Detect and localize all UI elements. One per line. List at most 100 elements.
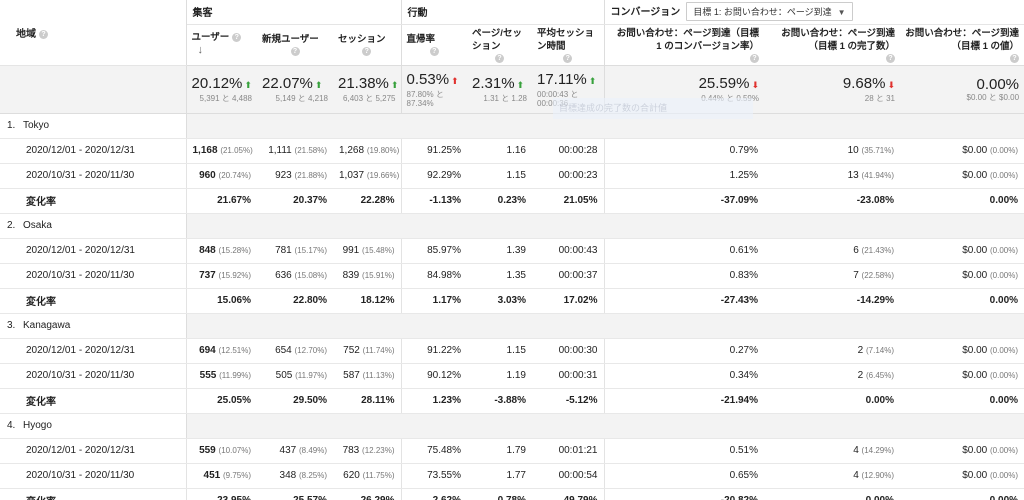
goal-value-cell-share: (0.00%) <box>990 171 1019 180</box>
bounce-rate-cell-value: 73.55% <box>427 470 461 481</box>
help-icon[interactable]: ? <box>886 53 895 63</box>
bounce-rate-cell: 91.25% <box>400 138 467 164</box>
trend-up-icon: ⬆ <box>516 80 525 90</box>
region-name-cell[interactable]: 3. Kanagawa <box>0 313 186 339</box>
summary-value: 17.11% <box>537 70 587 88</box>
sessions-cell-value: 839 <box>342 270 360 281</box>
goal-conversion-rate-cell-value: 0.27% <box>729 345 758 356</box>
new-users-cell-share: (21.58%) <box>294 146 327 155</box>
goal-completions-cell-share: (21.43%) <box>861 246 894 255</box>
goal-completions-cell: 4 (14.29%) <box>764 438 900 464</box>
period-cell-value: 2020/12/01 - 2020/12/31 <box>26 445 135 456</box>
region-header-label: 地域 <box>16 28 36 40</box>
help-icon[interactable]: ? <box>232 33 242 43</box>
help-icon[interactable]: ? <box>39 29 48 39</box>
goal-conversion-rate-cell-value: 0.51% <box>729 445 758 456</box>
goal-completions-cell-share: (12.90%) <box>861 471 894 480</box>
change-cell: -5.12% <box>532 388 604 414</box>
sessions-cell: 587 (11.13%) <box>333 363 401 389</box>
help-icon[interactable]: ? <box>750 53 759 63</box>
region-name-cell[interactable]: 1. Tokyo <box>0 113 186 139</box>
region-name-cell[interactable]: 4. Hyogo <box>0 413 186 439</box>
bounce-rate-cell-value: 91.25% <box>427 145 461 156</box>
column-header-7[interactable]: お問い合わせ：ページ到達（目標 1 のコンバージョン率）? <box>603 24 764 66</box>
region-column-header[interactable]: 地域? <box>0 0 187 66</box>
bounce-rate-cell: 73.55% <box>400 463 467 489</box>
avg-session-duration-cell: 00:00:31 <box>532 363 604 389</box>
change-cell-value: 29.50% <box>293 395 327 406</box>
goal-completions-cell: 10 (35.71%) <box>764 138 900 164</box>
help-icon[interactable]: ? <box>429 47 439 56</box>
goal-completions-cell-value: 4 <box>853 445 859 456</box>
goal-select[interactable]: 目標 1: お問い合わせ：ページ到達 ▼ <box>686 2 853 22</box>
column-header-4[interactable]: 直帰率? <box>400 24 467 66</box>
pages-per-session-cell: 1.16 <box>467 138 532 164</box>
users-cell-share: (12.51%) <box>218 346 251 355</box>
pages-per-session-cell: 1.79 <box>467 438 532 464</box>
change-cell-value: 22.28% <box>360 195 395 206</box>
region-name-link[interactable]: Hyogo <box>23 420 52 431</box>
region-name-cell[interactable]: 2. Osaka <box>0 213 186 239</box>
change-row: 変化率 23.95% 25.57% 26.29% 2.62% 0.78% 49.79% -20… <box>0 488 1024 500</box>
change-label-cell-value: 変化率 <box>26 397 56 408</box>
new-users-cell-value: 636 <box>275 270 292 281</box>
column-header-5[interactable]: ページ/セッション? <box>467 24 532 66</box>
avg-session-duration-cell: 00:00:54 <box>532 463 604 489</box>
summary-value: 25.59% <box>698 75 750 92</box>
new-users-cell-share: (21.88%) <box>294 171 327 180</box>
bounce-rate-cell: 75.48% <box>400 438 467 464</box>
column-header-8[interactable]: お問い合わせ：ページ到達（目標 1 の完了数）? <box>764 24 900 66</box>
change-cell-value: 1.23% <box>432 395 461 406</box>
help-icon[interactable]: ? <box>1010 53 1020 63</box>
column-header-label: 平均セッション時間 <box>537 27 595 52</box>
change-cell: 25.57% <box>257 488 333 500</box>
column-header-9[interactable]: お問い合わせ：ページ到達（目標 1 の値）? <box>900 24 1024 66</box>
column-header-3[interactable]: セッション? <box>333 24 401 66</box>
help-icon[interactable]: ? <box>495 53 504 63</box>
change-cell-value: 17.02% <box>563 295 598 306</box>
help-icon[interactable]: ? <box>563 53 573 63</box>
table-row: 2020/12/01 - 2020/12/31 559 (10.07%) 437 (… <box>0 438 1024 464</box>
change-cell: -14.29% <box>764 288 900 314</box>
sort-desc-icon[interactable]: ↓ <box>198 44 204 57</box>
region-name-link[interactable]: Kanagawa <box>23 320 70 331</box>
avg-session-duration-cell-value: 00:00:43 <box>558 245 598 256</box>
summary-compare: 5,391 と 4,488 <box>199 94 252 103</box>
change-cell: 26.29% <box>333 488 401 500</box>
users-cell-value: 555 <box>199 370 217 381</box>
avg-session-duration-cell: 00:00:28 <box>532 138 604 164</box>
goal-value-cell-share: (0.00%) <box>990 446 1019 455</box>
sessions-cell-value: 1,268 <box>339 145 365 156</box>
goal-completions-cell: 2 (7.14%) <box>764 338 900 364</box>
change-cell-value: 0.00% <box>989 295 1019 306</box>
bounce-rate-cell-value: 75.48% <box>427 445 461 456</box>
goal-completions-cell-value: 13 <box>847 170 859 181</box>
change-cell: 2.62% <box>400 488 467 500</box>
goal-completions-cell-value: 4 <box>853 470 859 481</box>
avg-session-duration-cell: 00:00:37 <box>532 263 604 289</box>
bounce-rate-cell-value: 85.97% <box>427 245 461 256</box>
change-cell-value: 23.95% <box>217 495 251 500</box>
change-cell: 0.23% <box>467 188 532 214</box>
goal-conversion-rate-cell-value: 0.34% <box>729 370 758 381</box>
column-header-1[interactable]: ユーザー ? ↓ <box>185 24 257 66</box>
goal-conversion-rate-cell: 0.79% <box>603 138 764 164</box>
region-name-link[interactable]: Osaka <box>23 220 52 231</box>
change-cell: 21.05% <box>532 188 604 214</box>
period-cell-value: 2020/10/31 - 2020/11/30 <box>26 170 135 181</box>
change-cell: 0.00% <box>900 188 1024 214</box>
help-icon[interactable]: ? <box>362 47 372 56</box>
region-name-link[interactable]: Tokyo <box>23 120 49 131</box>
goal-value-cell-share: (0.00%) <box>990 246 1019 255</box>
column-header-6[interactable]: 平均セッション時間? <box>532 24 604 66</box>
trend-up-icon: ⬆ <box>314 80 323 90</box>
change-cell-value: 0.78% <box>498 495 526 500</box>
period-cell: 2020/12/01 - 2020/12/31 <box>0 338 186 364</box>
change-cell-value: -1.13% <box>429 195 461 206</box>
help-icon[interactable]: ? <box>290 47 300 56</box>
column-header-2[interactable]: 新規ユーザー? <box>257 24 333 66</box>
users-cell-share: (10.07%) <box>218 446 251 455</box>
goal-completions-cell-share: (35.71%) <box>861 146 894 155</box>
users-cell: 1,168 (21.05%) <box>185 138 257 164</box>
change-cell-value: 18.12% <box>360 295 395 306</box>
